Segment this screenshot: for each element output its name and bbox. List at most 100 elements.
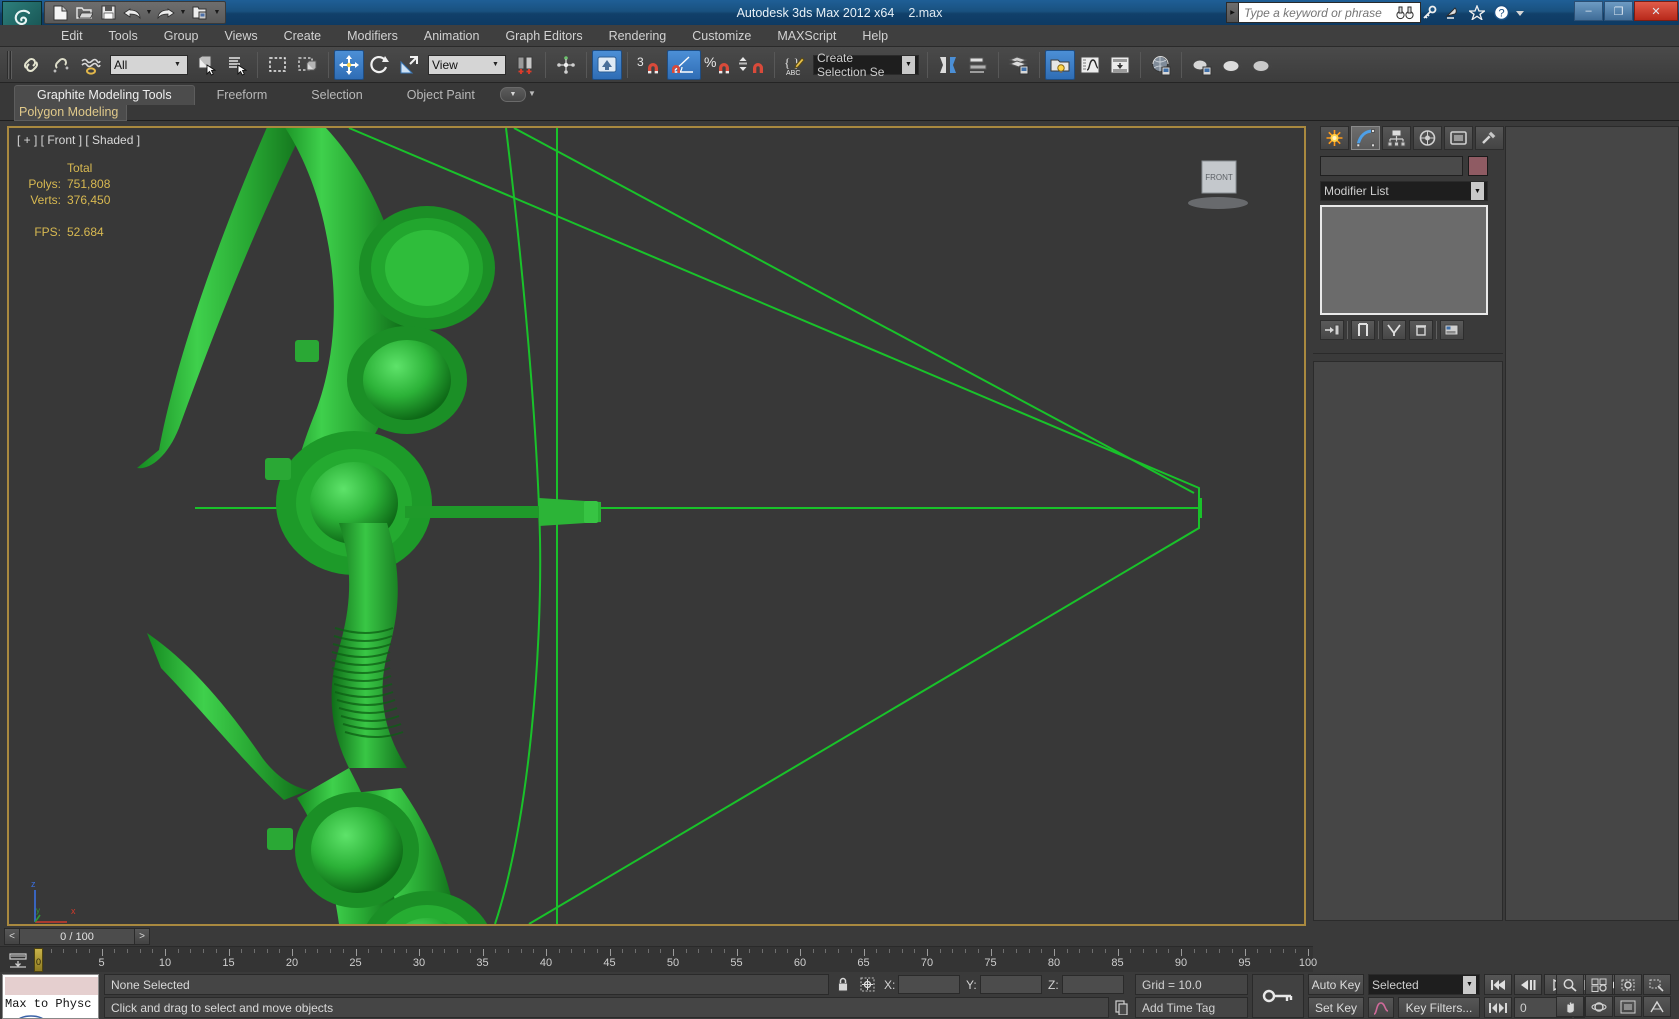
goto-start-button[interactable] (1484, 974, 1512, 995)
curve-editor-button[interactable] (1075, 50, 1105, 80)
previous-frame-arrow[interactable]: < (4, 928, 20, 945)
minimize-button[interactable]: – (1574, 1, 1603, 21)
frame-ruler[interactable]: 5 10 15 20 25 30 35 40 45 50 55 60 65 70 75 80 85 90 95 100 (38, 947, 1317, 973)
auto-key-button[interactable]: Auto Key (1308, 974, 1364, 995)
select-and-rotate-button[interactable] (364, 50, 394, 80)
select-and-link-button[interactable] (16, 50, 46, 80)
help-button[interactable]: ? (1489, 2, 1513, 23)
modifier-stack-list[interactable] (1320, 205, 1488, 315)
add-time-tag-button[interactable]: Add Time Tag (1135, 997, 1248, 1018)
orbit-icon[interactable] (1585, 996, 1613, 1017)
zoom-all-icon[interactable] (1585, 974, 1613, 995)
menu-tools[interactable]: Tools (96, 27, 151, 45)
tab-graphite-modeling-tools[interactable]: Graphite Modeling Tools (14, 85, 195, 105)
selection-filter-combo[interactable]: All ▼ (110, 54, 188, 75)
communication-center-icon[interactable] (1441, 2, 1465, 23)
search-dropdown-arrow[interactable]: ▶ (1226, 2, 1239, 23)
set-key-button[interactable]: Set Key (1308, 997, 1364, 1018)
search-binoculars-icon[interactable] (1393, 2, 1417, 23)
transform-type-in-icon[interactable] (856, 974, 878, 995)
coord-z-field[interactable] (1061, 975, 1124, 994)
menu-graph-editors[interactable]: Graph Editors (492, 27, 595, 45)
select-and-move-button[interactable] (334, 49, 364, 80)
reference-coordinate-combo[interactable]: View ▼ (428, 54, 506, 75)
pin-stack-button[interactable] (1320, 320, 1344, 340)
select-and-manipulate-button[interactable] (592, 49, 622, 80)
viewport-label[interactable]: [ + ] [ Front ] [ Shaded ] (17, 133, 140, 147)
layer-manager-button[interactable] (1004, 50, 1034, 80)
object-color-swatch[interactable] (1468, 156, 1488, 176)
menu-animation[interactable]: Animation (411, 27, 493, 45)
mini-curve-editor-icon[interactable] (6, 950, 30, 970)
current-frame-readout[interactable]: 0 / 100 (20, 928, 134, 945)
render-production-button[interactable] (1247, 50, 1277, 80)
ribbon-options-arrow-icon[interactable]: ▼ (528, 89, 536, 98)
bind-to-space-warp-button[interactable] (76, 50, 106, 80)
redo-button[interactable] (155, 3, 177, 23)
use-selection-center-button[interactable] (551, 50, 581, 80)
material-editor-button[interactable] (1146, 50, 1176, 80)
object-name-field[interactable] (1320, 156, 1463, 176)
rendered-frame-window-button[interactable] (1217, 50, 1247, 80)
application-menu-button[interactable] (2, 1, 42, 25)
toolbar-grip[interactable] (7, 50, 13, 79)
angle-snap-toggle-button[interactable] (667, 49, 701, 80)
zoom-region-icon[interactable] (1643, 974, 1671, 995)
align-button[interactable] (963, 50, 993, 80)
restore-button[interactable]: ❐ (1604, 1, 1633, 21)
mirror-button[interactable] (933, 50, 963, 80)
view-cube[interactable]: FRONT (1184, 153, 1254, 213)
max-to-physical-panel[interactable]: Max to Physc (2, 974, 99, 1019)
key-filter-set-combo[interactable]: Selected ▼ (1368, 974, 1480, 995)
zoom-extents-icon[interactable] (1614, 974, 1642, 995)
fov-icon[interactable] (1643, 996, 1671, 1017)
project-folder-button[interactable] (189, 3, 211, 23)
snaps-toggle-button[interactable]: 3 (633, 50, 667, 80)
magnifier-icon[interactable] (1556, 974, 1584, 995)
tab-object-paint[interactable]: Object Paint (385, 86, 497, 105)
redo-dropdown[interactable]: ▼ (179, 3, 187, 23)
key-filters-button[interactable]: Key Filters... (1398, 997, 1480, 1018)
next-frame-arrow[interactable]: > (134, 928, 150, 945)
cp-tab-create[interactable] (1320, 126, 1349, 150)
cp-tab-utilities[interactable] (1475, 126, 1504, 150)
tab-selection[interactable]: Selection (289, 86, 384, 105)
percent-snap-toggle-button[interactable]: % (701, 50, 735, 80)
unlink-selection-button[interactable] (46, 50, 76, 80)
select-and-scale-button[interactable] (394, 50, 424, 80)
menu-edit[interactable]: Edit (48, 27, 96, 45)
favorites-star-icon[interactable] (1465, 2, 1489, 23)
param-curve-icon[interactable] (1368, 997, 1394, 1018)
edit-named-selection-sets-button[interactable]: { } ABC (780, 50, 810, 80)
configure-modifier-sets-button[interactable] (1440, 320, 1464, 340)
coord-x-field[interactable] (898, 975, 961, 994)
help-dropdown-arrow[interactable] (1513, 2, 1527, 23)
modifier-list-combo[interactable]: Modifier List ▼ (1320, 181, 1488, 201)
key-mode-icon[interactable] (1484, 997, 1512, 1018)
subscription-key-icon[interactable] (1417, 2, 1441, 23)
spinner-snap-toggle-button[interactable] (735, 50, 769, 80)
make-unique-button[interactable] (1382, 320, 1406, 340)
menu-rendering[interactable]: Rendering (596, 27, 680, 45)
window-crossing-button[interactable] (293, 50, 323, 80)
close-button[interactable]: ✕ (1634, 1, 1678, 21)
use-pivot-point-center-button[interactable] (510, 50, 540, 80)
command-panel-rollout-area[interactable] (1313, 361, 1503, 921)
maximize-viewport-icon[interactable] (1614, 996, 1642, 1017)
track-bar[interactable]: 5 10 15 20 25 30 35 40 45 50 55 60 65 70 75 80 85 90 95 100… (0, 946, 1317, 973)
open-file-button[interactable] (73, 3, 95, 23)
menu-customize[interactable]: Customize (679, 27, 764, 45)
key-mode-toggle[interactable] (1252, 974, 1304, 1018)
hand-icon[interactable] (1556, 996, 1584, 1017)
cp-tab-motion[interactable] (1413, 126, 1442, 150)
undo-dropdown[interactable]: ▼ (145, 3, 153, 23)
menu-help[interactable]: Help (849, 27, 901, 45)
graphite-modeling-toggle-button[interactable] (1045, 49, 1075, 80)
previous-frame-button[interactable] (1514, 974, 1542, 995)
coord-y-field[interactable] (979, 975, 1042, 994)
menu-views[interactable]: Views (211, 27, 270, 45)
menu-group[interactable]: Group (151, 27, 212, 45)
snapshot-icon[interactable] (1110, 997, 1132, 1018)
menu-create[interactable]: Create (271, 27, 335, 45)
rectangular-selection-region-button[interactable] (263, 50, 293, 80)
